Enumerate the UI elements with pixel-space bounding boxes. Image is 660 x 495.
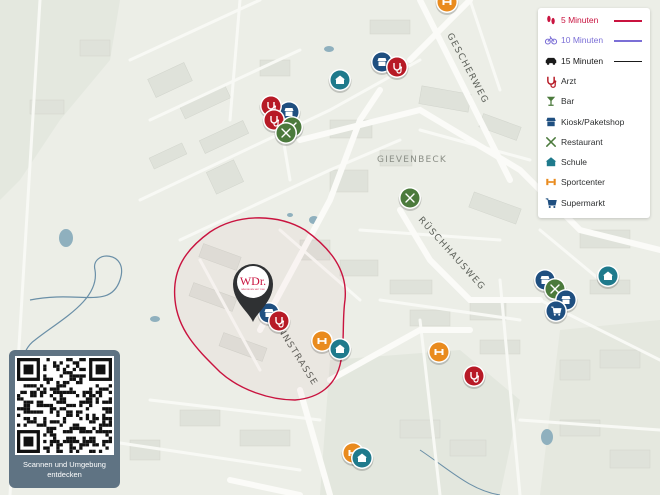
map-legend: 5 Minuten 10 Minuten 15 Minuten Arzt Bar Kios… xyxy=(538,8,650,218)
legend-label: 15 Minuten xyxy=(561,55,604,66)
legend-label: 10 Minuten xyxy=(561,35,604,46)
legend-item-schule: Schule xyxy=(544,153,587,171)
legend-label: 5 Minuten xyxy=(561,15,599,25)
poi-marker-cutlery[interactable] xyxy=(274,122,298,146)
sport-icon xyxy=(544,175,558,189)
poi-marker-school[interactable] xyxy=(328,338,352,362)
legend-item-bar: Bar xyxy=(544,92,574,110)
legend-label: Supermarkt xyxy=(561,197,605,208)
legend-item-10-minuten: 10 Minuten xyxy=(544,31,603,49)
legend-line-1 xyxy=(614,40,642,42)
poi-marker-cutlery[interactable] xyxy=(398,187,422,211)
poi-marker-school[interactable] xyxy=(350,447,374,471)
cutlery-icon xyxy=(544,135,558,149)
shop-icon xyxy=(377,58,387,66)
legend-line-0 xyxy=(614,20,642,22)
cocktail-icon xyxy=(544,94,558,108)
company-logo: WDr. xyxy=(240,274,266,288)
stethoscope-icon xyxy=(544,74,558,88)
legend-item-restaurant: Restaurant xyxy=(544,133,603,151)
legend-label: Restaurant xyxy=(561,136,603,147)
legend-label: Schule xyxy=(561,157,587,168)
legend-label: Bar xyxy=(561,96,575,107)
legend-item-sportcenter: Sportcenter xyxy=(544,173,605,191)
legend-item-15-minuten: 15 Minuten xyxy=(544,52,603,70)
legend-item-5-minuten: 5 Minuten xyxy=(544,11,598,29)
walking-icon xyxy=(544,13,558,27)
poi-marker-cart[interactable] xyxy=(544,300,568,324)
legend-label: Kiosk/Paketshop xyxy=(561,116,625,127)
company-logo-subtext: IMMOBILIEN SEIT 1900 xyxy=(241,289,266,291)
poi-marker-sport[interactable] xyxy=(427,341,451,365)
legend-item-arzt: Arzt xyxy=(544,72,576,90)
legend-item-kiosk-paketshop: Kiosk/Paketshop xyxy=(544,113,624,131)
poi-marker-school[interactable] xyxy=(328,69,352,93)
poi-marker-stethoscope[interactable] xyxy=(385,56,409,80)
qr-caption: Scannen und Umgebung entdecken xyxy=(23,460,106,479)
cart-icon xyxy=(544,196,558,210)
shop-icon xyxy=(544,115,558,129)
qr-code[interactable] xyxy=(15,356,114,455)
legend-item-supermarkt: Supermarkt xyxy=(544,194,605,212)
shop-icon xyxy=(284,108,294,116)
place-label-gievenbeck: GIEVENBECK xyxy=(377,155,447,165)
legend-label: Arzt xyxy=(561,75,577,86)
school-icon xyxy=(544,155,558,169)
poi-marker-stethoscope[interactable] xyxy=(462,365,486,389)
poi-marker-school[interactable] xyxy=(596,265,620,289)
car-icon xyxy=(544,54,558,68)
legend-label: Sportcenter xyxy=(561,177,605,188)
poi-marker-stethoscope[interactable] xyxy=(267,310,291,334)
map-view[interactable]: GESCHERWEG GIEVENBECK RÜSCHHAUSWEG NNSTR… xyxy=(0,0,660,495)
qr-code-panel[interactable]: Scannen und Umgebung entdecken xyxy=(9,350,120,488)
bicycle-icon xyxy=(544,33,558,47)
legend-line-2 xyxy=(614,60,642,63)
